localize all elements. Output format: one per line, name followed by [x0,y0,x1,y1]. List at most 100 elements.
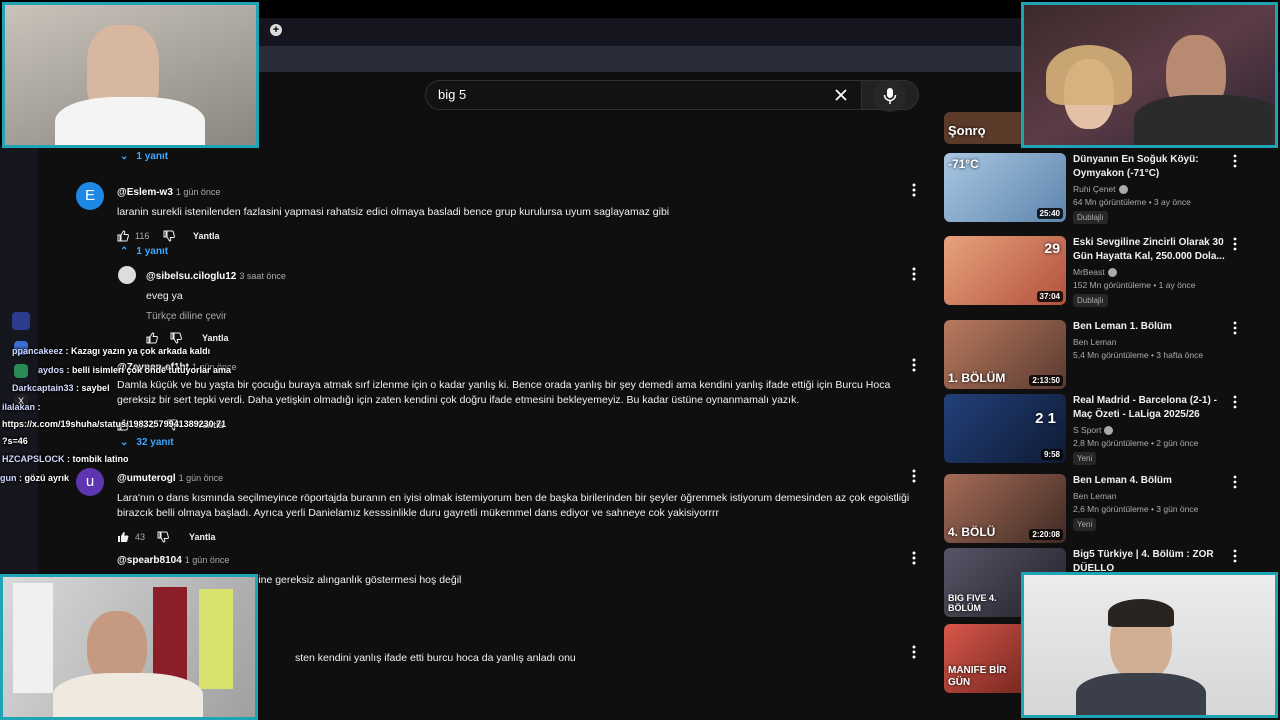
chevron-down-icon: ⌄ [120,437,129,448]
new-tab-button[interactable]: + [270,24,282,36]
video-title[interactable]: Ben Leman 1. Bölüm [1073,320,1233,334]
dubbed-badge: Dublajlı [1073,294,1108,308]
more-options-icon[interactable] [1230,394,1240,410]
more-options-icon[interactable] [908,468,920,484]
chevron-up-icon: ⌃ [120,246,129,257]
avatar[interactable]: u [76,468,104,496]
video-title[interactable]: Real Madrid - Barcelona (2-1) - Maç Özet… [1073,394,1233,422]
like-count: 43 [135,532,146,542]
chat-message: https://x.com/19shuha/status/19832579941… [2,419,227,429]
more-options-icon[interactable] [1230,320,1240,336]
voice-search-button[interactable] [874,80,906,112]
recommended-video[interactable]: -71°C 25:40 Dünyanın En Soğuk Köyü: Oymy… [944,153,1244,225]
like-icon[interactable] [117,531,129,543]
comment-time[interactable]: 3 saat önce [239,271,286,281]
more-options-icon[interactable] [1230,236,1240,252]
video-duration: 9:58 [1040,449,1063,460]
webcam-bottom-right [1021,572,1278,718]
channel-name[interactable]: Ben Leman [1073,491,1233,501]
more-options-icon[interactable] [908,182,920,198]
jersey [13,583,53,693]
shirt [53,673,203,717]
microphone-icon [883,88,897,104]
address-bar[interactable] [258,46,1022,72]
recommended-video[interactable]: 4. BÖLÜ 2:20:08 Ben Leman 4. Bölüm Ben L… [944,474,1244,546]
recommended-video[interactable]: 2 1 9:58 Real Madrid - Barcelona (2-1) -… [944,394,1244,466]
video-thumbnail[interactable]: 29 37:04 [944,236,1066,305]
chat-message: ?s=46 [2,436,28,446]
dislike-icon[interactable] [157,531,169,543]
chat-message: ppancakeez : Kazagı yazın ya çok arkada … [12,346,211,356]
video-title[interactable]: Eski Sevgiline Zincirli Olarak 30 Gün Ha… [1073,236,1233,264]
chat-message: HZCAPSLOCK : tombik latino [2,454,129,464]
dislike-icon[interactable] [163,230,175,242]
clear-icon[interactable] [831,85,851,105]
chat-message: gun : gözü ayrık [0,473,70,483]
chat-message: aydos : belli isimleri çok önde tutuyorl… [38,365,232,375]
more-options-icon[interactable] [1230,153,1240,169]
chat-message: ilalakan : [2,402,41,412]
comment-time[interactable]: 1 gün önce [185,555,230,565]
extension-icon[interactable] [12,312,30,330]
chat-message: Darkcaptain33 : saybel [12,383,110,393]
reply-button[interactable]: Yantla [189,532,216,542]
video-meta: 152 Mn görüntüleme • 1 ay önce [1073,280,1196,291]
tab-strip [258,18,1022,46]
extension-icon[interactable] [14,364,28,378]
channel-name[interactable]: MrBeast [1073,267,1233,278]
hair [1108,599,1174,627]
video-duration: 25:40 [1036,208,1063,219]
video-thumbnail[interactable]: -71°C 25:40 [944,153,1066,222]
dislike-icon[interactable] [170,332,182,344]
reply-button[interactable]: Yantla [193,231,220,241]
more-options-icon[interactable] [908,644,920,660]
comment-author[interactable]: @sibelsu.ciloglu12 [146,271,236,282]
avatar[interactable]: E [76,182,104,210]
channel-name[interactable]: S Sport [1073,425,1233,436]
search-box[interactable]: big 5 [425,80,862,110]
more-options-icon[interactable] [908,266,920,282]
reply-button[interactable]: Yantla [202,333,229,343]
video-duration: 37:04 [1036,291,1063,302]
video-thumbnail[interactable]: 1. BÖLÜM 2:13:50 [944,320,1066,389]
replies-toggle[interactable]: ⌄ 1 yanıt [120,151,168,162]
comment-time[interactable]: 1 gün önce [176,187,221,197]
replies-toggle[interactable]: ⌃ 1 yanıt [120,246,168,257]
video-thumbnail[interactable]: 4. BÖLÜ 2:20:08 [944,474,1066,543]
new-badge: Yeni [1073,452,1097,466]
video-title[interactable]: Dünyanın En Soğuk Köyü: Oymyakon (-71°C) [1073,153,1233,181]
more-options-icon[interactable] [1230,474,1240,490]
new-badge: Yeni [1073,518,1097,531]
like-icon[interactable] [146,332,158,344]
video-meta: 5,4 Mn görüntüleme • 3 hafta önce [1073,350,1204,360]
video-duration: 2:13:50 [1029,375,1063,386]
like-icon[interactable] [117,230,129,242]
replies-toggle[interactable]: ⌄ 32 yanıt [120,437,174,448]
video-meta: 2,6 Mn görüntüleme • 3 gün önce [1073,504,1199,514]
more-options-icon[interactable] [908,550,920,566]
comment-text: Lara'nın o dans kısmında seçilmeyince rö… [117,492,910,519]
video-thumbnail[interactable]: 2 1 9:58 [944,394,1066,463]
search-input[interactable]: big 5 [438,87,466,102]
channel-name[interactable]: Ruhi Çenet [1073,184,1233,195]
video-title[interactable]: Ben Leman 4. Bölüm [1073,474,1233,488]
shirt [55,97,205,145]
verified-icon [1107,268,1117,278]
more-options-icon[interactable] [908,357,920,373]
avatar[interactable] [118,266,136,284]
verified-icon [1118,185,1128,195]
video-meta: 64 Mn görüntüleme • 3 ay önce [1073,197,1191,208]
webcam-top-left [2,2,259,148]
comment-time[interactable]: 1 gün önce [179,473,224,483]
translate-link[interactable]: Türkçe diline çevir [146,311,906,322]
comment-author[interactable]: @Eslem-w3 [117,187,173,198]
comment-author[interactable]: @umuterogl [117,473,176,484]
comment-author[interactable]: @spearb8104 [117,555,182,566]
channel-name[interactable]: Ben Leman [1073,337,1233,347]
recommended-video[interactable]: 29 37:04 Eski Sevgiline Zincirli Olarak … [944,236,1244,308]
verified-icon [1104,426,1114,436]
comment-text: Damla küçük ve bu yaşta bir çocuğu buray… [117,379,891,406]
recommended-video[interactable]: 1. BÖLÜM 2:13:50 Ben Leman 1. Bölüm Ben … [944,320,1244,392]
webcam-bottom-left [0,574,258,720]
more-options-icon[interactable] [1230,548,1240,564]
